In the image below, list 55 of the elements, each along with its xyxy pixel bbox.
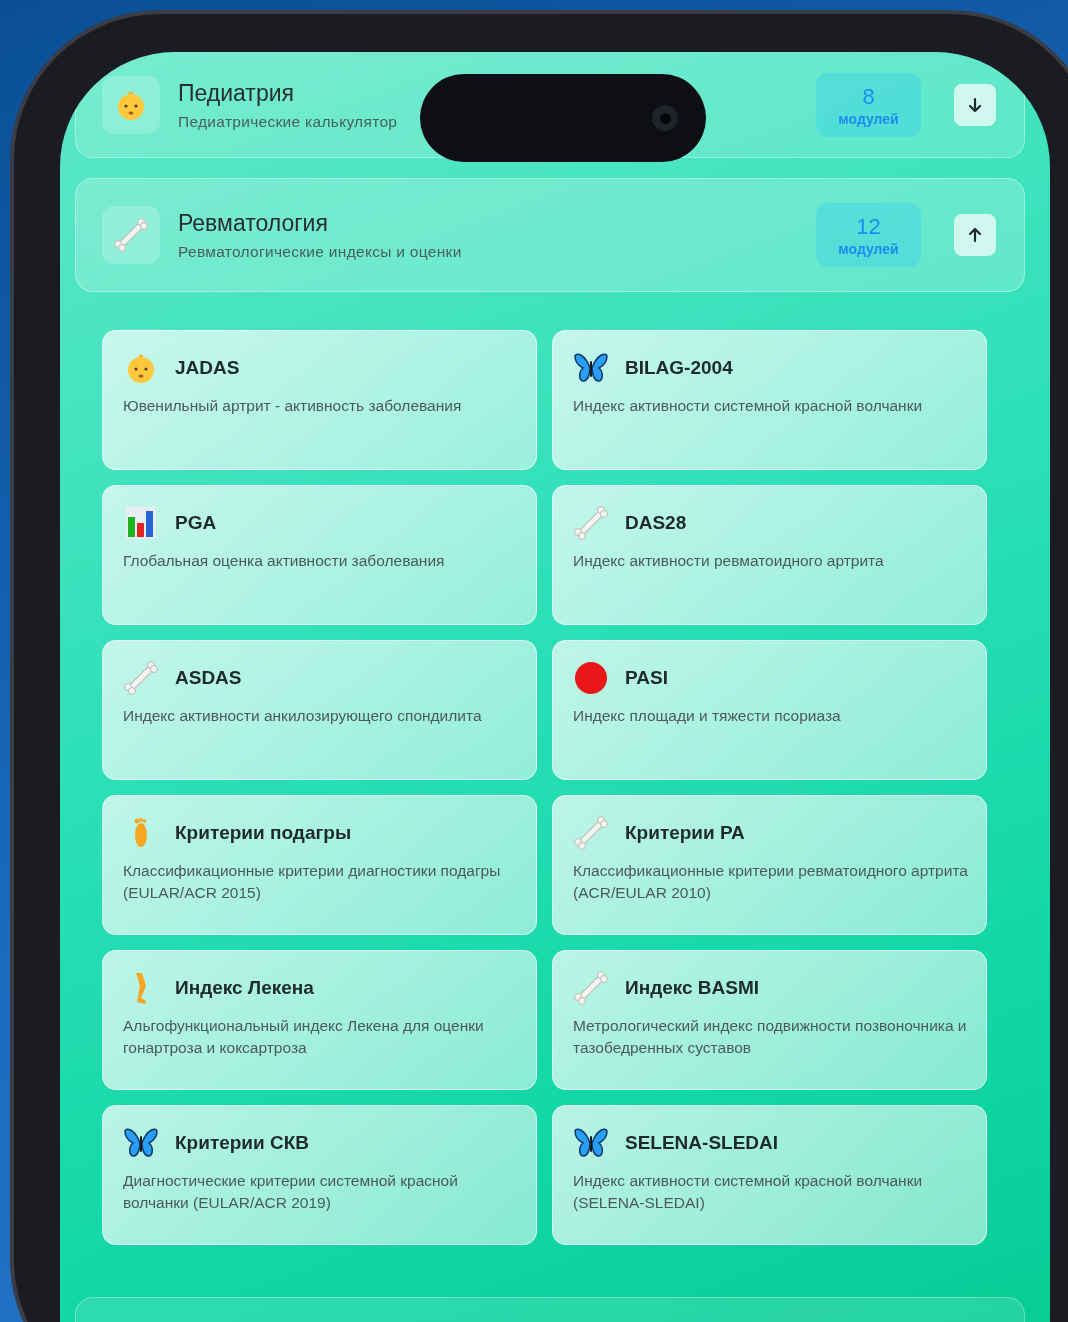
bone-icon	[573, 970, 609, 1006]
module-title: Критерии РА	[625, 822, 745, 844]
section-title: Ревматология	[178, 209, 329, 237]
bone-icon	[113, 217, 149, 253]
expand-toggle-button[interactable]	[954, 214, 996, 256]
module-count: 8	[862, 83, 875, 110]
bar-chart-icon	[126, 507, 156, 539]
module-description: Глобальная оценка активности заболевания	[123, 551, 446, 571]
module-title: JADAS	[175, 357, 240, 379]
module-description: Индекс активности системной красной волчанки	[573, 396, 924, 416]
module-description: Индекс площади и тяжести псориаза	[573, 706, 842, 726]
module-title: SELENA-SLEDAI	[625, 1132, 779, 1154]
module-card[interactable]: SELENA-SLEDAI Индекс активности системной красной волчанки (SELENA-SLEDAI)	[552, 1105, 987, 1245]
section-subtitle: Педиатрические калькулятор	[178, 112, 399, 131]
bone-icon	[573, 505, 609, 541]
module-description: Классификационные критерии ревматоидного артрита (ACR/EULAR 2010)	[573, 861, 968, 903]
module-card[interactable]: DAS28 Индекс активности ревматоидного артрита	[552, 485, 987, 625]
module-description: Метрологический индекс подвижности позвоночника и тазобедренных суставов	[573, 1016, 968, 1058]
module-card[interactable]: Критерии подагры Классификационные критерии диагностики подагры (EULAR/ACR 2015)	[102, 795, 537, 935]
module-card[interactable]: Критерии СКВ Диагностические критерии системной красной волчанки (EULAR/ACR 2019)	[102, 1105, 537, 1245]
module-card[interactable]: Индекс BASMI Метрологический индекс подвижности позвоночника и тазобедренных суставов	[552, 950, 987, 1090]
section-subtitle: Ревматологические индексы и оценки	[178, 242, 463, 261]
module-description: Индекс активности ревматоидного артрита	[573, 551, 885, 571]
module-card[interactable]: PASI Индекс площади и тяжести псориаза	[552, 640, 987, 780]
module-title: Индекс Лекена	[175, 977, 314, 999]
module-title: PGA	[175, 512, 217, 534]
module-title: BILAG-2004	[625, 357, 733, 379]
section-title: Педиатрия	[178, 79, 295, 107]
module-card[interactable]: PGA Глобальная оценка активности заболевания	[102, 485, 537, 625]
module-card[interactable]: Критерии РА Классификационные критерии ревматоидного артрита (ACR/EULAR 2010)	[552, 795, 987, 935]
module-card[interactable]: BILAG-2004 Индекс активности системной красной волчанки	[552, 330, 987, 470]
module-title: ASDAS	[175, 667, 242, 689]
module-count-label: модулей	[838, 110, 899, 127]
module-description: Индекс активности системной красной волчанки (SELENA-SLEDAI)	[573, 1171, 924, 1213]
module-description: Диагностические критерии системной красной волчанки (EULAR/ACR 2019)	[123, 1171, 459, 1213]
module-description: Альгофункциональный индекс Лекена для оценки гонартроза и коксартроза	[123, 1016, 485, 1058]
module-count-label: модулей	[838, 240, 899, 257]
module-description: Индекс активности анкилозирующего спондилита	[123, 706, 483, 726]
section-card[interactable]: Ревматология Ревматологические индексы и оценки 12 модулей	[75, 178, 1025, 292]
leg-icon	[135, 972, 147, 1004]
module-title: Критерии СКВ	[175, 1132, 310, 1154]
module-title: Индекс BASMI	[625, 977, 760, 999]
module-title: DAS28	[625, 512, 687, 534]
module-card[interactable]: ASDAS Индекс активности анкилозирующего спондилита	[102, 640, 537, 780]
dot-icon	[573, 660, 609, 696]
expand-toggle-button[interactable]	[954, 84, 996, 126]
bone-icon	[123, 660, 159, 696]
module-description: Ювенильный артрит - активность заболевания	[123, 396, 463, 416]
module-card[interactable]: JADAS Ювенильный артрит - активность заболевания	[102, 330, 537, 470]
module-description: Классификационные критерии диагностики подагры (EULAR/ACR 2015)	[123, 861, 502, 903]
bone-icon	[573, 815, 609, 851]
module-card[interactable]: Индекс Лекена Альгофункциональный индекс Лекена для оценки гонартроза и коксартроза	[102, 950, 537, 1090]
module-title: PASI	[625, 667, 668, 689]
module-count: 12	[856, 213, 881, 240]
module-title: Критерии подагры	[175, 822, 352, 844]
